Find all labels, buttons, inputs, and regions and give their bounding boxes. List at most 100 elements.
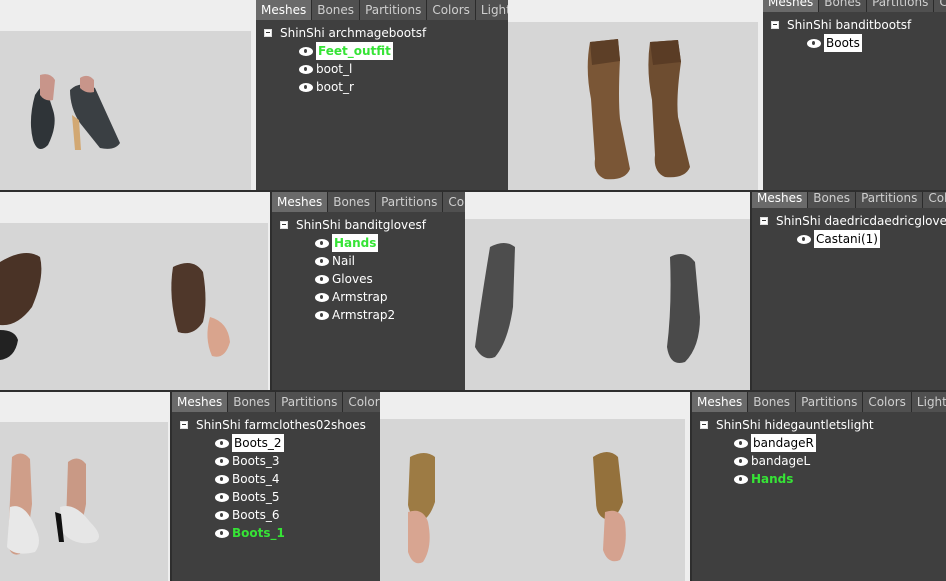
- eye-icon[interactable]: [215, 528, 229, 538]
- eye-icon[interactable]: [215, 492, 229, 502]
- tab-colors[interactable]: Colors: [343, 392, 380, 412]
- mesh-label: Boots_6: [232, 508, 280, 522]
- mesh-item[interactable]: boot_l: [264, 60, 426, 78]
- eye-icon[interactable]: [215, 456, 229, 466]
- mesh-item[interactable]: Nail: [280, 252, 426, 270]
- eye-icon[interactable]: [797, 234, 811, 244]
- mesh-panel-banditbootsf: Meshes Bones Partitions Colors ShinShi b…: [763, 0, 946, 190]
- tab-colors[interactable]: Colo: [923, 192, 946, 208]
- mesh-panel-farmclothes02shoes: Meshes Bones Partitions Colors ShinShi f…: [172, 392, 380, 581]
- tab-partitions[interactable]: Partitions: [867, 0, 935, 12]
- tree-root-node[interactable]: ShinShi banditbootsf: [771, 16, 911, 34]
- eye-icon[interactable]: [315, 238, 329, 248]
- mesh-item[interactable]: Boots_1: [180, 524, 366, 542]
- tab-colors[interactable]: Colors: [934, 0, 946, 12]
- mesh-label: Boots_5: [232, 490, 280, 504]
- eye-icon[interactable]: [734, 438, 748, 448]
- tab-bar: Meshes Bones Partitions Colors: [763, 0, 946, 12]
- mesh-item[interactable]: Boots_6: [180, 506, 366, 524]
- collapse-icon[interactable]: [760, 217, 768, 225]
- viewport-hide-gauntlets[interactable]: [380, 392, 690, 581]
- tab-bones[interactable]: Bones: [312, 0, 361, 20]
- tab-partitions[interactable]: Partitions: [376, 192, 444, 212]
- bandit-gloves-render: [0, 253, 230, 360]
- mesh-item[interactable]: bandageR: [700, 434, 874, 452]
- eye-icon[interactable]: [299, 46, 313, 56]
- viewport-farmclothes-shoes[interactable]: [0, 392, 170, 581]
- mesh-tree: ShinShi banditbootsf Boots: [771, 16, 911, 52]
- tab-bones[interactable]: Bones: [228, 392, 277, 412]
- tab-meshes[interactable]: Meshes: [752, 192, 809, 208]
- eye-icon[interactable]: [299, 64, 313, 74]
- eye-icon[interactable]: [734, 474, 748, 484]
- eye-icon[interactable]: [215, 474, 229, 484]
- mesh-item[interactable]: Boots_2: [180, 434, 366, 452]
- mesh-item[interactable]: Feet_outfit: [264, 42, 426, 60]
- tab-partitions[interactable]: Partitions: [796, 392, 864, 412]
- tab-meshes[interactable]: Meshes: [172, 392, 229, 412]
- mesh-label: Nail: [332, 254, 355, 268]
- viewport-bandit-boots[interactable]: [508, 0, 763, 190]
- mesh-item[interactable]: Hands: [700, 470, 874, 488]
- mesh-item[interactable]: Castani(1): [760, 230, 946, 248]
- tab-colors[interactable]: Colo: [443, 192, 465, 212]
- mesh-item[interactable]: boot_r: [264, 78, 426, 96]
- tree-root-node[interactable]: ShinShi hidegauntletslight: [700, 416, 874, 434]
- mesh-label: Castani(1): [814, 230, 880, 248]
- tab-bones[interactable]: Bones: [808, 192, 857, 208]
- tree-root-node[interactable]: ShinShi banditglovesf: [280, 216, 426, 234]
- mesh-label: Armstrap: [332, 290, 388, 304]
- collapse-icon[interactable]: [180, 421, 188, 429]
- tab-bones[interactable]: Bones: [748, 392, 797, 412]
- tab-meshes[interactable]: Meshes: [272, 192, 329, 212]
- collapse-icon[interactable]: [264, 29, 272, 37]
- collapse-icon[interactable]: [700, 421, 708, 429]
- mesh-item[interactable]: Armstrap: [280, 288, 426, 306]
- eye-icon[interactable]: [315, 256, 329, 266]
- mesh-panel-banditglovesf: Meshes Bones Partitions Colo ShinShi ban…: [272, 192, 465, 390]
- eye-icon[interactable]: [315, 310, 329, 320]
- viewport-archmage-boots[interactable]: [0, 0, 256, 190]
- tab-colors[interactable]: Colors: [427, 0, 476, 20]
- tab-meshes[interactable]: Meshes: [692, 392, 749, 412]
- daedric-gloves-render: [475, 243, 700, 363]
- mesh-item[interactable]: Boots: [771, 34, 911, 52]
- mesh-item[interactable]: Boots_4: [180, 470, 366, 488]
- viewport-daedric-gloves[interactable]: [465, 192, 750, 390]
- farmclothes-shoes-render: [7, 453, 99, 555]
- mesh-item[interactable]: bandageL: [700, 452, 874, 470]
- mesh-label: Boots_2: [232, 434, 284, 452]
- tab-bar: Meshes Bones Partitions Colors Lights: [256, 0, 508, 20]
- tab-bones[interactable]: Bones: [328, 192, 377, 212]
- tab-partitions[interactable]: Partitions: [856, 192, 924, 208]
- mesh-item[interactable]: Hands: [280, 234, 426, 252]
- tree-root-node[interactable]: ShinShi daedricdaedricglovesf: [760, 212, 946, 230]
- eye-icon[interactable]: [734, 456, 748, 466]
- eye-icon[interactable]: [215, 510, 229, 520]
- eye-icon[interactable]: [315, 292, 329, 302]
- tab-bar: Meshes Bones Partitions Colo: [272, 192, 465, 212]
- tree-root-node[interactable]: ShinShi archmagebootsf: [264, 24, 426, 42]
- eye-icon[interactable]: [215, 438, 229, 448]
- mesh-label: Gloves: [332, 272, 373, 286]
- tab-colors[interactable]: Colors: [863, 392, 912, 412]
- eye-icon[interactable]: [315, 274, 329, 284]
- tab-bar: Meshes Bones Partitions Colors Lights: [692, 392, 946, 412]
- tab-meshes[interactable]: Meshes: [256, 0, 313, 20]
- tab-partitions[interactable]: Partitions: [276, 392, 344, 412]
- viewport-bandit-gloves[interactable]: [0, 192, 270, 390]
- tab-lights[interactable]: Lights: [911, 392, 946, 412]
- tree-root-node[interactable]: ShinShi farmclothes02shoes: [180, 416, 366, 434]
- mesh-item[interactable]: Armstrap2: [280, 306, 426, 324]
- eye-icon[interactable]: [299, 82, 313, 92]
- collapse-icon[interactable]: [280, 221, 288, 229]
- tab-meshes[interactable]: Meshes: [763, 0, 820, 12]
- eye-icon[interactable]: [807, 38, 821, 48]
- collapse-icon[interactable]: [771, 21, 779, 29]
- mesh-item[interactable]: Gloves: [280, 270, 426, 288]
- tab-partitions[interactable]: Partitions: [360, 0, 428, 20]
- mesh-item[interactable]: Boots_5: [180, 488, 366, 506]
- mesh-item[interactable]: Boots_3: [180, 452, 366, 470]
- tab-bones[interactable]: Bones: [819, 0, 868, 12]
- tab-lights[interactable]: Lights: [475, 0, 508, 20]
